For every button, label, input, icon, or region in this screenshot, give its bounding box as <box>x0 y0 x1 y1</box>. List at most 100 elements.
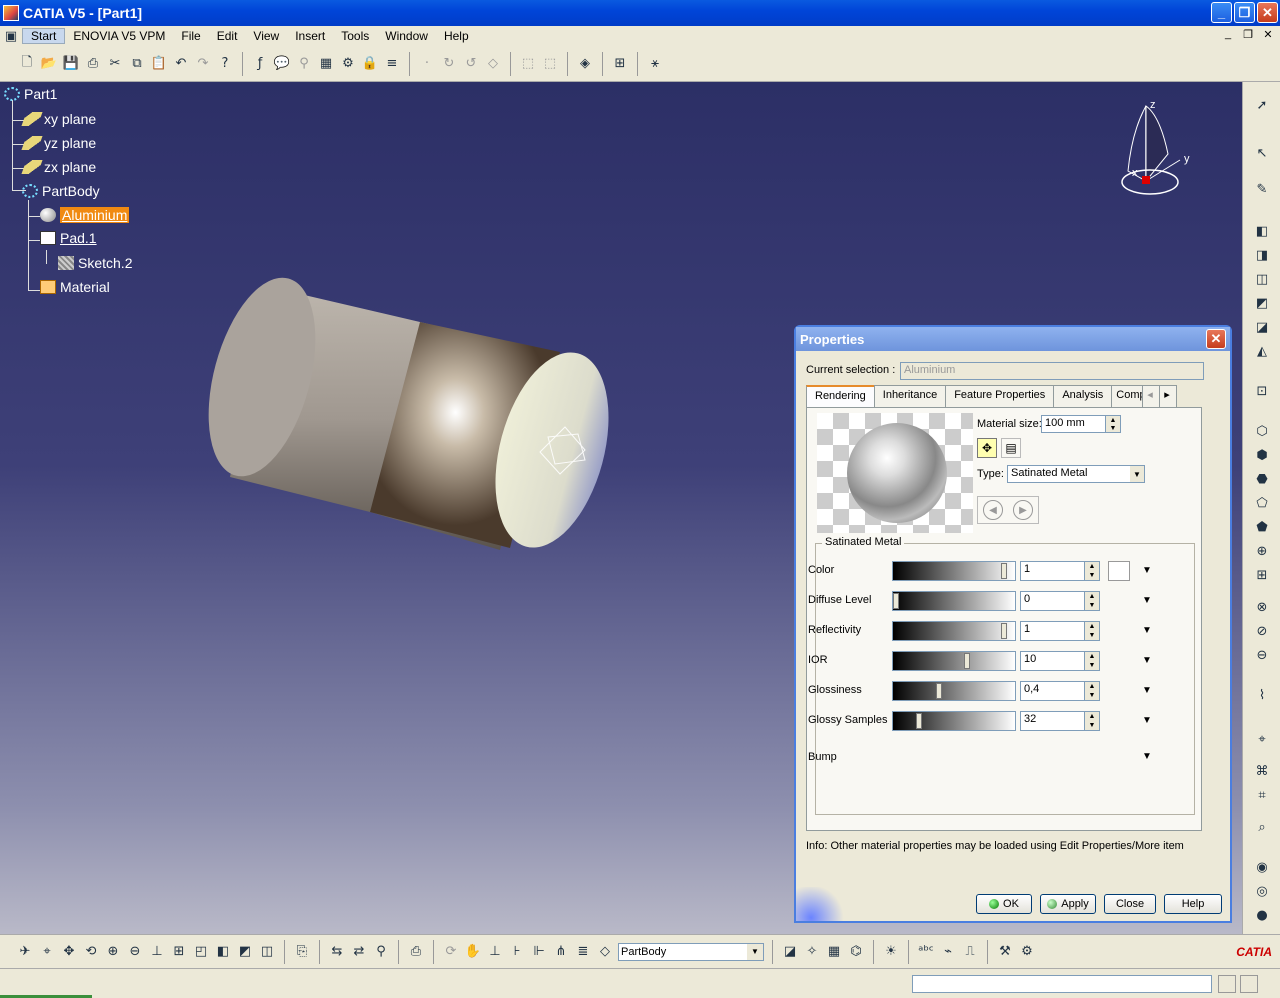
point-icon[interactable]: · <box>418 55 436 73</box>
current-body-select[interactable]: PartBody ▼ <box>618 942 764 961</box>
boolean-icon[interactable]: ⊗ <box>1253 598 1271 616</box>
minimize-button[interactable]: _ <box>1211 2 1232 23</box>
render-b-icon[interactable]: ◎ <box>1253 882 1271 900</box>
iso-view-icon[interactable]: ◰ <box>192 943 210 961</box>
pan-icon[interactable]: ✥ <box>60 943 78 961</box>
sketcher-icon[interactable]: ✎ <box>1253 180 1271 198</box>
light-icon[interactable]: ✧ <box>803 943 821 961</box>
capture-icon[interactable]: ⎙ <box>407 943 425 961</box>
bump-expand-icon[interactable]: ▼ <box>1142 751 1152 762</box>
tree-node-pad[interactable]: Pad.1 <box>40 230 97 246</box>
texture-icon[interactable]: ▤ <box>1001 438 1021 458</box>
close-button[interactable]: Close <box>1104 894 1156 914</box>
param-slider[interactable] <box>892 621 1016 641</box>
shading-icon[interactable]: ◧ <box>214 943 232 961</box>
slider-thumb[interactable] <box>893 593 899 609</box>
tree-node-sketch[interactable]: Sketch.2 <box>58 255 132 271</box>
axis-icon[interactable]: ⊥ <box>486 943 504 961</box>
doc-restore-button[interactable]: ❐ <box>1240 26 1256 42</box>
menu-insert[interactable]: Insert <box>287 29 333 43</box>
param-value-field[interactable]: 10 <box>1020 651 1086 671</box>
shape-b-icon[interactable]: ⬚ <box>541 55 559 73</box>
undo-icon[interactable]: ↶ <box>172 55 190 73</box>
swap-space-icon[interactable]: ◫ <box>258 943 276 961</box>
tree-node-material[interactable]: Material <box>40 279 110 295</box>
slider-thumb[interactable] <box>936 683 942 699</box>
spiral-icon[interactable]: ⟳ <box>442 943 460 961</box>
ok-button[interactable]: OK <box>976 894 1032 914</box>
render-c-icon[interactable]: ● <box>1253 906 1271 924</box>
bulb-icon[interactable]: ⚲ <box>372 943 390 961</box>
macro-b-icon[interactable]: ⚙ <box>1018 943 1036 961</box>
erase-icon[interactable]: ◇ <box>484 55 502 73</box>
param-value-field[interactable]: 0 <box>1020 591 1086 611</box>
close-window-button[interactable]: ✕ <box>1257 2 1278 23</box>
hyperlink-icon[interactable]: ⌁ <box>939 943 957 961</box>
doc-minimize-button[interactable]: _ <box>1220 26 1236 42</box>
inertia-icon[interactable]: ⌘ <box>1253 762 1271 780</box>
grid-icon[interactable]: ⌗ <box>1253 786 1271 804</box>
formula-icon[interactable]: ƒ <box>251 55 269 73</box>
thread-icon[interactable]: ⬠ <box>1253 494 1271 512</box>
comment-icon[interactable]: 💬 <box>273 55 291 73</box>
param-spinner[interactable]: ▲ ▼ <box>1084 621 1100 641</box>
open-icon[interactable]: 📂 <box>40 55 58 73</box>
status-btn-b[interactable] <box>1240 975 1258 993</box>
rotate-a-icon[interactable]: ↻ <box>440 55 458 73</box>
menu-file[interactable]: File <box>173 29 208 43</box>
param-value-field[interactable]: 32 <box>1020 711 1086 731</box>
param-spinner[interactable]: ▲ ▼ <box>1084 711 1100 731</box>
graph-icon[interactable]: ⚙ <box>339 55 357 73</box>
catalog-icon[interactable]: 🔒 <box>361 55 379 73</box>
param-slider[interactable] <box>892 681 1016 701</box>
status-btn-a[interactable] <box>1218 975 1236 993</box>
dialog-title-bar[interactable]: Properties ✕ <box>796 327 1230 351</box>
param-expand-icon[interactable]: ▼ <box>1142 685 1152 696</box>
param-expand-icon[interactable]: ▼ <box>1142 715 1152 726</box>
slider-thumb[interactable] <box>916 713 922 729</box>
tree-node-part1[interactable]: Part1 <box>4 86 57 102</box>
compass-widget[interactable]: z y x <box>1110 96 1200 206</box>
param-slider[interactable] <box>892 651 1016 671</box>
fly-icon[interactable]: ✈ <box>16 943 34 961</box>
doc-close-button[interactable]: ✕ <box>1260 26 1276 42</box>
next-icon[interactable]: ▶ <box>1013 500 1033 520</box>
rotate-b-icon[interactable]: ↺ <box>462 55 480 73</box>
sketch-edit-icon[interactable]: ≡ <box>383 55 401 73</box>
color-swatch-button[interactable] <box>1108 561 1130 581</box>
material-size-field[interactable]: 100 mm <box>1041 415 1107 433</box>
tab-scroll-left[interactable]: ◂ <box>1142 385 1161 407</box>
menu-edit[interactable]: Edit <box>209 29 246 43</box>
menu-enovia[interactable]: ENOVIA V5 VPM <box>65 29 173 43</box>
document-icon[interactable]: ▣ <box>2 27 20 45</box>
thickness-icon[interactable]: ⬢ <box>1253 446 1271 464</box>
menu-start[interactable]: Start <box>22 28 66 44</box>
measure-icon[interactable]: ⌖ <box>1253 730 1271 748</box>
help-button[interactable]: Help <box>1164 894 1222 914</box>
apply-material-icon[interactable]: ◈ <box>576 55 594 73</box>
print-icon[interactable]: ⎙ <box>84 55 102 73</box>
copy-icon[interactable]: ⧉ <box>128 55 146 73</box>
select-arrow-icon[interactable]: ➚ <box>1253 96 1271 114</box>
param-value-field[interactable]: 1 <box>1020 621 1086 641</box>
analysis-icon[interactable]: ⋔ <box>552 943 570 961</box>
mirror-icon[interactable]: ⊕ <box>1253 542 1271 560</box>
param-spinner[interactable]: ▲ ▼ <box>1084 591 1100 611</box>
type-select[interactable]: Satinated Metal ▼ <box>1007 465 1145 483</box>
param-spinner[interactable]: ▲ ▼ <box>1084 651 1100 671</box>
split-icon[interactable]: ⬟ <box>1253 518 1271 536</box>
fit-all-icon[interactable]: ⌖ <box>38 943 56 961</box>
scene-icon[interactable]: ⎘ <box>293 943 311 961</box>
list-icon[interactable]: ≣ <box>574 943 592 961</box>
command-input[interactable] <box>912 975 1212 993</box>
table-icon[interactable]: ▦ <box>317 55 335 73</box>
menu-help[interactable]: Help <box>436 29 477 43</box>
tab-analysis[interactable]: Analysis <box>1053 385 1113 407</box>
pattern-icon[interactable]: ⊞ <box>1253 566 1271 584</box>
constraint-icon[interactable]: ⊡ <box>1253 382 1271 400</box>
multi-view-icon[interactable]: ⊞ <box>170 943 188 961</box>
tree-node-xy-plane[interactable]: xy plane <box>21 111 96 127</box>
save-icon[interactable]: 💾 <box>62 55 80 73</box>
shell-icon[interactable]: ⬡ <box>1253 422 1271 440</box>
zoom-out-icon[interactable]: ⊖ <box>126 943 144 961</box>
